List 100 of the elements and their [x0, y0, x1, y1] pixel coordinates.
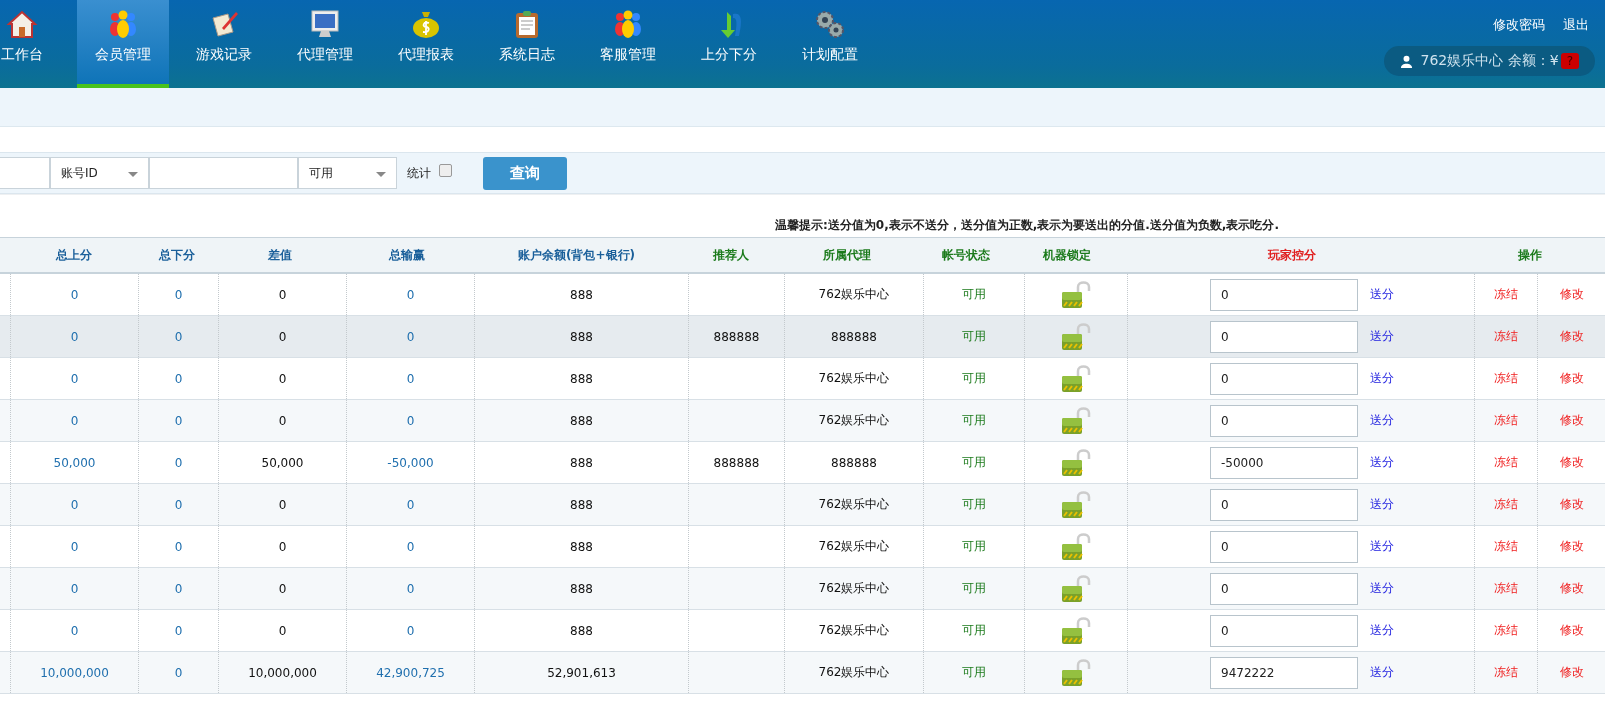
nav-tab[interactable]: 客服管理 [582, 0, 674, 88]
action-link[interactable]: 冻结 [1494, 538, 1518, 555]
search-field[interactable] [0, 157, 50, 189]
table-cell: 0 [278, 539, 287, 554]
column-header: 所属代理 [823, 246, 871, 264]
score-input[interactable]: 0 [1210, 404, 1358, 437]
score-input[interactable]: -50000 [1210, 446, 1358, 479]
score-input[interactable]: 9472222 [1210, 656, 1358, 689]
table-cell: 0 [70, 539, 79, 554]
table-cell: 42,900,725 [376, 665, 445, 680]
action-link[interactable]: 送分 [1370, 538, 1394, 555]
header-link[interactable]: 退出 [1563, 16, 1589, 34]
action-link[interactable]: 冻结 [1494, 622, 1518, 639]
nav-tab[interactable]: 计划配置 [784, 0, 876, 88]
padlock-icon [1061, 616, 1091, 645]
nav-tab[interactable]: 代理报表 [380, 0, 472, 88]
header-link[interactable]: 修改密码 [1493, 16, 1545, 34]
table-cell: 762娱乐中心 [818, 622, 890, 639]
table-row[interactable]: 0 0 0 0 888 762娱乐中心 可用 0 送分 冻结 修改 [0, 484, 1605, 526]
table-cell: 762娱乐中心 [818, 496, 890, 513]
score-input[interactable]: 0 [1210, 530, 1358, 563]
action-link[interactable]: 送分 [1370, 580, 1394, 597]
action-link[interactable]: 修改 [1560, 664, 1584, 681]
action-link[interactable]: 冻结 [1494, 580, 1518, 597]
score-input[interactable]: 0 [1210, 278, 1358, 311]
action-link[interactable]: 送分 [1370, 286, 1394, 303]
table-cell: 0 [278, 371, 287, 386]
action-link[interactable]: 修改 [1560, 496, 1584, 513]
action-link[interactable]: 修改 [1560, 412, 1584, 429]
nav-tab[interactable]: 会员管理 [77, 0, 169, 88]
table-cell: 888 [570, 581, 593, 596]
action-link[interactable]: 送分 [1370, 622, 1394, 639]
table-cell: 0 [278, 581, 287, 596]
notice-text: 温馨提示:送分值为0,表示不送分，送分值为正数,表示为要送出的分值.送分值为负数,表示吃分. [775, 217, 1279, 234]
nav-tab[interactable]: 游戏记录 [178, 0, 270, 88]
action-link[interactable]: 修改 [1560, 538, 1584, 555]
action-link[interactable]: 送分 [1370, 664, 1394, 681]
table-cell: 0 [406, 497, 415, 512]
table-cell: 762娱乐中心 [818, 286, 890, 303]
padlock-icon [1061, 658, 1091, 687]
table-row[interactable]: 10,000,000 0 10,000,000 42,900,725 52,901,613 762娱乐中心 可用 9472222 送分 冻结 修改 [0, 652, 1605, 694]
table-cell: 888888 [713, 455, 760, 470]
table-cell: 0 [70, 287, 79, 302]
nav-tab[interactable]: 代理管理 [279, 0, 371, 88]
table-cell: 888 [570, 329, 593, 344]
table-cell: 762娱乐中心 [818, 412, 890, 429]
column-header: 差值 [267, 246, 292, 264]
nav-tab[interactable]: 工作台 [0, 0, 68, 88]
stat-checkbox[interactable] [439, 163, 452, 177]
column-header: 玩家控分 [1267, 246, 1316, 264]
action-link[interactable]: 冻结 [1494, 328, 1518, 345]
action-link[interactable]: 送分 [1370, 496, 1394, 513]
padlock-icon [1061, 448, 1091, 477]
action-link[interactable]: 冻结 [1494, 286, 1518, 303]
people-icon [107, 8, 139, 40]
field-type-select[interactable]: 账号ID [50, 157, 149, 189]
action-link[interactable]: 冻结 [1494, 412, 1518, 429]
action-link[interactable]: 送分 [1370, 328, 1394, 345]
action-link[interactable]: 送分 [1370, 454, 1394, 471]
table-cell: 0 [278, 623, 287, 638]
table-cell: 0 [174, 665, 183, 680]
nav-tab[interactable]: 上分下分 [683, 0, 775, 88]
action-link[interactable]: 修改 [1560, 580, 1584, 597]
score-input[interactable]: 0 [1210, 320, 1358, 353]
table-cell: 可用 [962, 496, 986, 513]
action-link[interactable]: 修改 [1560, 328, 1584, 345]
table-cell: 888888 [831, 329, 877, 344]
action-link[interactable]: 送分 [1370, 370, 1394, 387]
table-cell: 10,000,000 [248, 665, 317, 680]
table-cell: 0 [278, 329, 287, 344]
score-input[interactable]: 0 [1210, 572, 1358, 605]
action-link[interactable]: 修改 [1560, 622, 1584, 639]
table-cell: 0 [406, 581, 415, 596]
action-link[interactable]: 送分 [1370, 412, 1394, 429]
table-cell: -50,000 [387, 455, 434, 470]
table-cell: 0 [70, 413, 79, 428]
table-cell: 762娱乐中心 [818, 664, 890, 681]
nav-tab[interactable]: 系统日志 [481, 0, 573, 88]
action-link[interactable]: 修改 [1560, 370, 1584, 387]
status-select[interactable]: 可用 [298, 157, 397, 189]
action-link[interactable]: 修改 [1560, 286, 1584, 303]
action-link[interactable]: 修改 [1560, 454, 1584, 471]
table-cell: 可用 [962, 538, 986, 555]
padlock-icon [1061, 280, 1091, 309]
column-header: 总上分 [55, 246, 92, 264]
score-input[interactable]: 0 [1210, 488, 1358, 521]
table-cell: 888 [570, 371, 593, 386]
action-link[interactable]: 冻结 [1494, 496, 1518, 513]
table-row[interactable]: 0 0 0 0 888 888888 888888 可用 0 送分 冻结 修改 [0, 316, 1605, 358]
table-cell: 可用 [962, 370, 986, 387]
table-cell: 888888 [831, 455, 877, 470]
people-icon [612, 8, 644, 40]
action-link[interactable]: 冻结 [1494, 664, 1518, 681]
score-input[interactable]: 0 [1210, 362, 1358, 395]
action-link[interactable]: 冻结 [1494, 454, 1518, 471]
table-row[interactable]: 0 0 0 0 888 762娱乐中心 可用 0 送分 冻结 修改 [0, 568, 1605, 610]
account-id-field[interactable] [149, 157, 298, 189]
score-input[interactable]: 0 [1210, 614, 1358, 647]
action-link[interactable]: 冻结 [1494, 370, 1518, 387]
table-row[interactable]: 0 0 0 0 888 762娱乐中心 可用 0 送分 冻结 修改 [0, 400, 1605, 442]
